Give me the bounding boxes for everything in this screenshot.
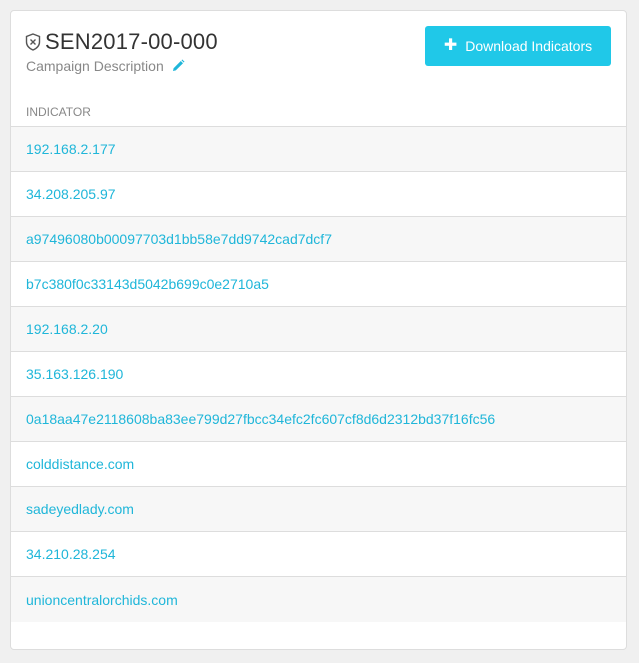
- shield-icon: [25, 33, 41, 51]
- plus-icon: ✚: [443, 37, 458, 54]
- indicator-link[interactable]: 0a18aa47e2118608ba83ee799d27fbcc34efc2fc…: [26, 411, 495, 427]
- indicator-link[interactable]: 34.208.205.97: [26, 186, 116, 202]
- indicator-link[interactable]: b7c380f0c33143d5042b699c0e2710a5: [26, 276, 269, 292]
- indicator-list: 192.168.2.177 34.208.205.97 a97496080b00…: [11, 127, 626, 622]
- title-row: SEN2017-00-000: [25, 29, 218, 55]
- campaign-description: Campaign Description: [26, 58, 164, 74]
- indicator-link[interactable]: a97496080b00097703d1bb58e7dd9742cad7dcf7: [26, 231, 332, 247]
- download-button-label: Download Indicators: [465, 38, 593, 54]
- table-row: sadeyedlady.com: [11, 487, 626, 532]
- indicator-link[interactable]: 192.168.2.20: [26, 321, 108, 337]
- download-indicators-button[interactable]: ✚ Download Indicators: [425, 26, 611, 66]
- table-row: colddistance.com: [11, 442, 626, 487]
- indicator-link[interactable]: 35.163.126.190: [26, 366, 123, 382]
- indicator-column-header: INDICATOR: [11, 103, 626, 127]
- table-row: b7c380f0c33143d5042b699c0e2710a5: [11, 262, 626, 307]
- table-row: 192.168.2.177: [11, 127, 626, 172]
- pencil-icon[interactable]: [171, 59, 185, 73]
- table-row: 34.210.28.254: [11, 532, 626, 577]
- table-row: unioncentralorchids.com: [11, 577, 626, 622]
- table-row: a97496080b00097703d1bb58e7dd9742cad7dcf7: [11, 217, 626, 262]
- indicator-link[interactable]: sadeyedlady.com: [26, 501, 134, 517]
- page-title: SEN2017-00-000: [45, 29, 218, 54]
- campaign-card: SEN2017-00-000 Campaign Description ✚ Do…: [10, 10, 627, 650]
- indicator-link[interactable]: unioncentralorchids.com: [26, 592, 178, 608]
- table-row: 192.168.2.20: [11, 307, 626, 352]
- table-row: 0a18aa47e2118608ba83ee799d27fbcc34efc2fc…: [11, 397, 626, 442]
- table-row: 34.208.205.97: [11, 172, 626, 217]
- table-row: 35.163.126.190: [11, 352, 626, 397]
- description-row: Campaign Description: [26, 58, 185, 74]
- indicator-link[interactable]: colddistance.com: [26, 456, 134, 472]
- indicator-link[interactable]: 34.210.28.254: [26, 546, 116, 562]
- campaign-header: SEN2017-00-000 Campaign Description ✚ Do…: [11, 11, 626, 103]
- indicator-link[interactable]: 192.168.2.177: [26, 141, 116, 157]
